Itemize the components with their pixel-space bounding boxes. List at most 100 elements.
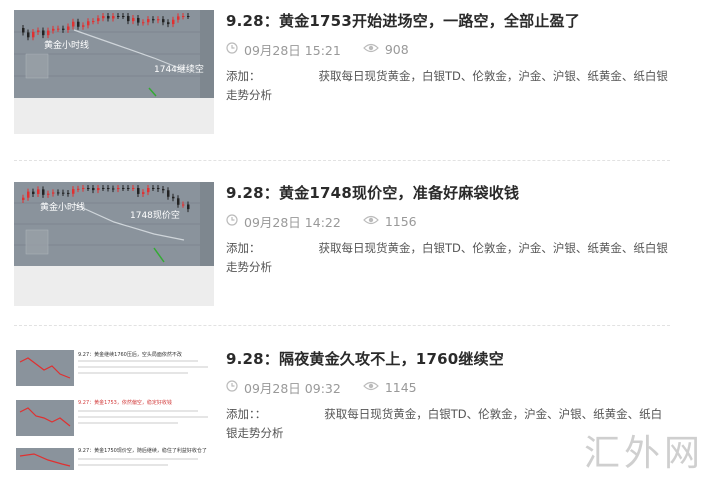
article-views: 1156	[384, 213, 417, 229]
article-views: 1145	[384, 379, 417, 395]
collage-headline: 9.27：黄金1750现价空，随后继续，稳住了利益好收仓了	[78, 447, 207, 454]
candle-body	[132, 188, 135, 189]
candle-body	[157, 188, 160, 190]
candle-body	[57, 192, 60, 194]
article-divider	[14, 325, 670, 326]
candle-body	[42, 189, 45, 195]
candle-body	[167, 22, 170, 25]
article-thumbnail[interactable]: 9.27：黄金继续1760压后，空头局面依然不改 9.27：黄金1753，依然偏…	[14, 348, 214, 472]
excerpt-body: 获取每日现货黄金，白银TD、伦敦金，沪金、沪银、纸黄金、纸白银走势分析	[226, 241, 668, 274]
candle-body	[77, 21, 80, 27]
candle-body	[177, 16, 180, 20]
chart-label-title: 黄金小时线	[44, 39, 89, 51]
article-date: 09月28日 09:32	[244, 380, 341, 396]
candle-body	[32, 31, 35, 38]
candle-body	[92, 188, 95, 191]
candle-body	[127, 188, 130, 189]
article-title[interactable]: 9.28：隔夜黄金久攻不上，1760继续空	[226, 348, 670, 370]
candle-body	[32, 191, 35, 194]
candle-body	[137, 17, 140, 23]
candle-body	[97, 188, 100, 191]
article-date: 09月28日 14:22	[244, 214, 341, 230]
clock-icon	[226, 41, 238, 57]
candle-body	[52, 28, 55, 31]
candle-body	[157, 19, 160, 21]
candle-body	[62, 28, 65, 30]
candle-body	[22, 197, 25, 200]
excerpt-prefix: 添加：	[226, 69, 261, 83]
collage-headline: 9.27：黄金继续1760压后，空头局面依然不改	[78, 351, 182, 358]
candle-body	[152, 188, 155, 189]
candlestick-chart-image: 黄金小时线 1744继续空	[14, 10, 214, 98]
article-thumbnail[interactable]: 黄金小时线 1748现价空	[14, 182, 214, 306]
candle-body	[187, 204, 190, 210]
candle-body	[152, 19, 155, 21]
candle-body	[122, 16, 125, 17]
candle-body	[67, 192, 70, 194]
eye-icon	[362, 214, 379, 229]
candle-body	[142, 192, 145, 194]
article-title[interactable]: 9.28：黄金1748现价空，准备好麻袋收钱	[226, 182, 670, 204]
excerpt-prefix: 添加：：	[226, 407, 267, 421]
candle-body	[177, 198, 180, 205]
candle-body	[172, 19, 175, 25]
candle-body	[72, 189, 75, 194]
candle-body	[72, 21, 75, 27]
candle-body	[117, 16, 120, 17]
candle-body	[172, 196, 175, 199]
candle-body	[97, 18, 100, 22]
candle-body	[67, 26, 70, 30]
candle-body	[112, 16, 115, 19]
candle-body	[102, 188, 105, 189]
article-item[interactable]: 9.27：黄金继续1760压后，空头局面依然不改 9.27：黄金1753，依然偏…	[14, 348, 670, 472]
candle-body	[102, 16, 105, 19]
chart-label-title: 黄金小时线	[40, 201, 85, 213]
candle-body	[147, 19, 150, 23]
candle-body	[52, 192, 55, 194]
candle-body	[107, 16, 110, 19]
article-views: 908	[384, 41, 409, 57]
article-thumbnail[interactable]: 黄金小时线 1744继续空	[14, 10, 214, 134]
article-item[interactable]: 黄金小时线 1744继续空 9.28：黄金1753开始进场空，一路空，全部止盈了…	[14, 10, 670, 134]
candle-body	[87, 21, 90, 26]
candle-body	[182, 204, 185, 206]
candle-body	[62, 192, 65, 194]
candle-body	[182, 16, 185, 17]
article-title[interactable]: 9.28：黄金1753开始进场空，一路空，全部止盈了	[226, 10, 670, 32]
candle-body	[47, 193, 50, 195]
candle-body	[107, 188, 110, 189]
candle-body	[112, 188, 115, 190]
candle-body	[162, 19, 165, 23]
article-excerpt: 添加： 获取每日现货黄金，白银TD、伦敦金，沪金、沪银、纸黄金、纸白银走势分析	[226, 239, 670, 277]
article-excerpt: 添加： 获取每日现货黄金，白银TD、伦敦金，沪金、沪银、纸黄金、纸白银走势分析	[226, 67, 670, 105]
chart-label-note: 1744继续空	[154, 63, 204, 75]
clock-icon	[226, 379, 238, 395]
candle-body	[42, 30, 45, 36]
candle-body	[82, 188, 85, 189]
clock-icon	[226, 213, 238, 229]
article-item[interactable]: 黄金小时线 1748现价空 9.28：黄金1748现价空，准备好麻袋收钱 09月…	[14, 182, 670, 306]
candle-body	[82, 25, 85, 27]
candle-body	[117, 188, 120, 190]
candle-body	[147, 188, 150, 193]
candle-body	[127, 16, 130, 22]
candle-body	[137, 188, 140, 194]
candle-body	[87, 188, 90, 189]
collage-headline: 9.27：黄金1753，依然偏空，稳定好收钱	[78, 399, 172, 406]
candle-body	[92, 21, 95, 23]
candle-body	[162, 189, 165, 191]
article-collage-image: 9.27：黄金继续1760压后，空头局面依然不改 9.27：黄金1753，依然偏…	[14, 348, 214, 472]
site-watermark: 汇外网	[584, 433, 705, 474]
candle-body	[132, 17, 135, 22]
candlestick-chart-image: 黄金小时线 1748现价空	[14, 182, 214, 266]
candle-body	[37, 189, 40, 194]
candle-body	[22, 28, 25, 33]
excerpt-prefix: 添加：	[226, 241, 261, 255]
candle-body	[57, 28, 60, 30]
candle-body	[142, 22, 145, 24]
candle-body	[47, 30, 50, 36]
excerpt-body: 获取每日现货黄金，白银TD、伦敦金，沪金、沪银、纸黄金、纸白银走势分析	[226, 69, 668, 102]
eye-icon	[362, 42, 379, 57]
eye-icon	[362, 380, 379, 395]
candle-body	[27, 32, 30, 38]
